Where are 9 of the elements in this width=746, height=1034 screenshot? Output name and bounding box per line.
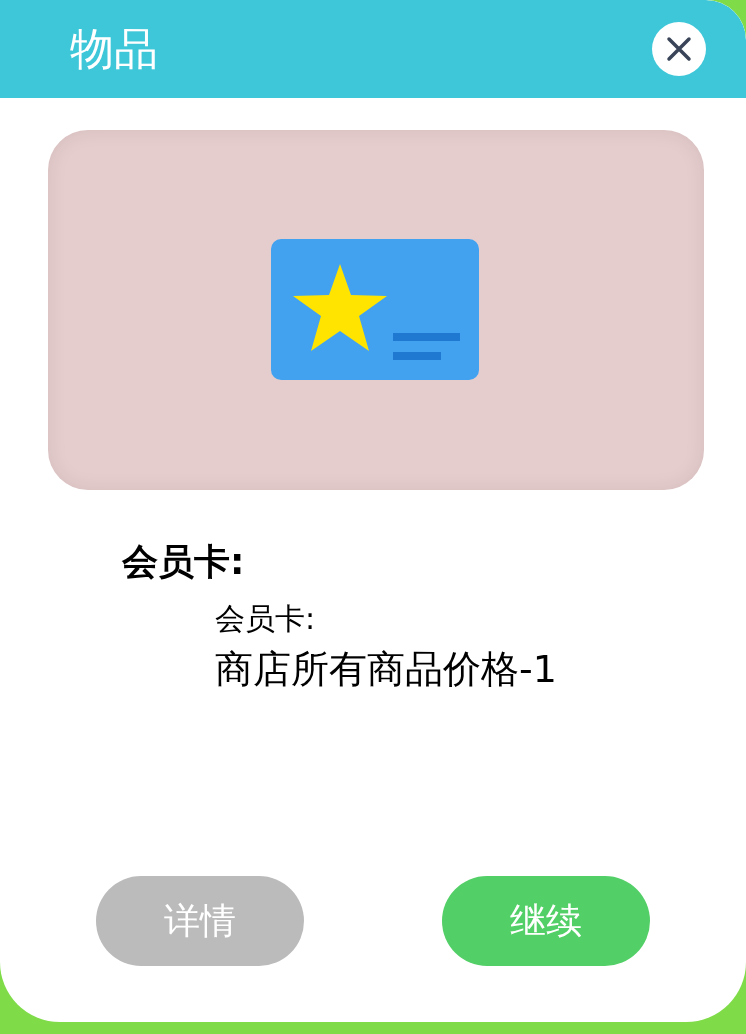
member-card-icon	[271, 239, 481, 381]
item-name: 会员卡:	[122, 540, 246, 584]
close-button[interactable]	[652, 22, 706, 76]
item-subtitle: 会员卡:	[215, 600, 317, 638]
close-icon	[666, 36, 692, 62]
window-title: 物品	[70, 21, 158, 76]
item-description: 商店所有商品价格-1	[215, 646, 558, 693]
continue-button[interactable]: 继续	[442, 876, 650, 966]
details-button[interactable]: 详情	[96, 876, 304, 966]
